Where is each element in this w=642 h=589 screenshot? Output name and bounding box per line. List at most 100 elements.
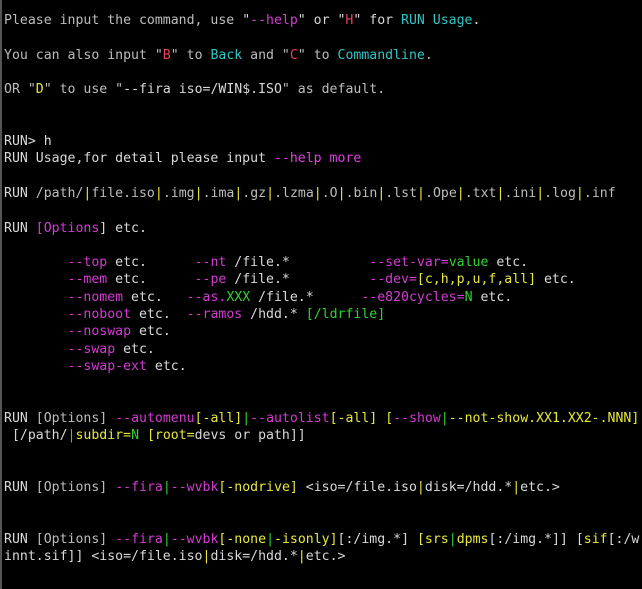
- subdir-value-n: N: [131, 428, 140, 444]
- options-bracket-open: [: [35, 220, 44, 236]
- fira-wvbk-usage-line: RUN [Options] --fira|--wvbk[-nodrive] <i…: [2, 479, 642, 496]
- path-pipe-separator: |: [266, 185, 275, 201]
- options-word: Options: [43, 220, 100, 236]
- path-extension-token: /path/: [35, 185, 84, 201]
- opt-top: --top: [67, 255, 108, 271]
- back-label: Back: [210, 47, 243, 63]
- opt-show: --show: [393, 410, 441, 426]
- sif-path-tail: [:/w: [607, 531, 640, 547]
- intro-2-period: .: [424, 47, 433, 63]
- usage-line: RUN Usage,for detail please input --help…: [2, 150, 642, 167]
- intro-1-text-a: Please input the command, use: [4, 13, 243, 28]
- path-pipe-separator: |: [417, 185, 425, 201]
- opt-nomem: --nomem: [67, 289, 124, 305]
- key-c: C: [289, 47, 298, 63]
- opt-noswap-rest: etc.: [131, 324, 171, 340]
- echo-prompt: RUN>: [4, 134, 44, 150]
- opt-isonly: -isonly]: [274, 531, 338, 547]
- fira2-bracket-close: ]: [99, 531, 116, 547]
- path-extension-token: .lst: [385, 185, 418, 201]
- fira-pipe-1: |: [416, 480, 425, 496]
- opt-e820cycles: --e820cycles=: [361, 289, 465, 305]
- opt-ramos-ldrfile: [/ldrfile]: [305, 307, 386, 323]
- option-row-2: --mem etc. --pe /file.* --dev=[c,h,p,u,f…: [2, 271, 642, 288]
- quote-open-1: ": [242, 13, 251, 28]
- opt-swap-ext: --swap-ext: [67, 358, 147, 374]
- option-row-4: --noboot etc. --ramos /hdd.* [/ldrfile]: [2, 306, 642, 323]
- quote-mid-1: " or ": [297, 13, 346, 28]
- opt-none: [-none: [218, 531, 267, 547]
- run-usage-label: RUN Usage: [401, 13, 473, 28]
- gap-2a: [147, 272, 195, 287]
- terminal-window[interactable]: Please input the command, use "--help" o…: [0, 0, 642, 589]
- automenu-run-keyword: RUN: [4, 410, 36, 426]
- path-extension-token: .log: [544, 185, 576, 201]
- fira-bracket-open: [: [35, 480, 44, 496]
- opt-root: [root=: [139, 428, 195, 444]
- fira3-disk-arg: disk=/hdd.*: [210, 549, 298, 565]
- gap-3a: [163, 290, 187, 305]
- help-more-flag: --help more: [273, 151, 362, 167]
- fira3-etc-arg: etc.>: [305, 549, 346, 565]
- opt-srs: srs: [424, 531, 449, 547]
- path-pipe-separator: |: [337, 185, 346, 201]
- opt-not-show: --not-show.XX1.XX2-.NNN]: [448, 410, 640, 426]
- opt-ramos: --ramos: [186, 307, 243, 323]
- path-extension-token: file.iso: [91, 185, 155, 201]
- opt-pe-rest: /file.*: [226, 272, 290, 288]
- gap-2b: [290, 272, 369, 287]
- intro-line-2: You can also input "B" to Back and "C" t…: [2, 47, 642, 64]
- path-pipe-separator: |: [154, 185, 163, 201]
- winnt-sif-arg: innt.sif]] <iso=/file.iso: [4, 549, 203, 565]
- fira-run-keyword: RUN: [4, 480, 36, 496]
- fira2-pipe: |: [162, 531, 171, 547]
- indent-5: [4, 324, 68, 339]
- path-pipe-separator: |: [536, 185, 545, 201]
- opt-noboot: --noboot: [67, 307, 132, 323]
- fira-pipe: |: [162, 480, 171, 496]
- opt-dev-value: [c,h,p,u,f,all]: [416, 272, 537, 288]
- opt-dev-rest: etc.: [536, 272, 576, 288]
- fira-options-word: Options: [43, 480, 100, 496]
- subdir-path-prefix: [/path/: [4, 428, 68, 444]
- commandline-label: Commandline: [337, 47, 425, 63]
- path-extension-token: .Ope: [425, 185, 457, 201]
- path-extensions-list: /path/|file.iso|.img|.ima|.gz|.lzma|.O|.…: [36, 186, 616, 201]
- fira-wvbk-usage-line-2: RUN [Options] --fira|--wvbk[-none|-isonl…: [2, 531, 642, 548]
- opt-set-var-value: value: [448, 255, 489, 271]
- intro-3-text-c: " as default.: [281, 82, 386, 98]
- fira-disk-arg: disk=/hdd.*: [424, 480, 513, 496]
- gap-3b: [314, 290, 362, 305]
- opt-ramos-rest: /hdd.*: [242, 307, 306, 323]
- opt-automenu: --automenu: [115, 410, 195, 426]
- automenu-bracket-close: ]: [99, 410, 116, 426]
- automenu-pipe-2: |: [440, 410, 449, 426]
- opt-e820-value: N: [464, 289, 473, 305]
- gap-1b: [290, 255, 369, 270]
- root-value: devs or path]]: [194, 428, 306, 444]
- intro-3-text-a: OR ": [4, 82, 36, 98]
- opt-nt: --nt: [194, 255, 227, 271]
- path-pipe-separator: |: [194, 185, 203, 201]
- opt-autolist: --autolist: [250, 410, 330, 426]
- indent-4: [4, 307, 68, 322]
- opt-set-var: --set-var=: [369, 255, 449, 271]
- opt-mem: --mem: [67, 272, 108, 288]
- path-pipe-separator: |: [313, 185, 322, 201]
- intro-2-text-d: " to: [297, 47, 338, 63]
- opt-wvbk: --wvbk: [170, 480, 219, 496]
- srs-pipe: |: [448, 531, 457, 547]
- top-spacer: [2, 0, 642, 12]
- intro-1-period: .: [472, 13, 481, 28]
- echo-command-line: RUN> h: [2, 133, 642, 150]
- fira2-space-2: [568, 532, 576, 547]
- automenu-pipe-1: |: [242, 410, 251, 426]
- opt-noswap: --noswap: [67, 324, 132, 340]
- path-extension-token: .txt: [464, 185, 497, 201]
- fira-pipe-2: |: [512, 480, 521, 496]
- opt-nodrive: [-nodrive]: [218, 480, 298, 496]
- fira-iso-arg: <iso=/file.iso: [297, 480, 417, 496]
